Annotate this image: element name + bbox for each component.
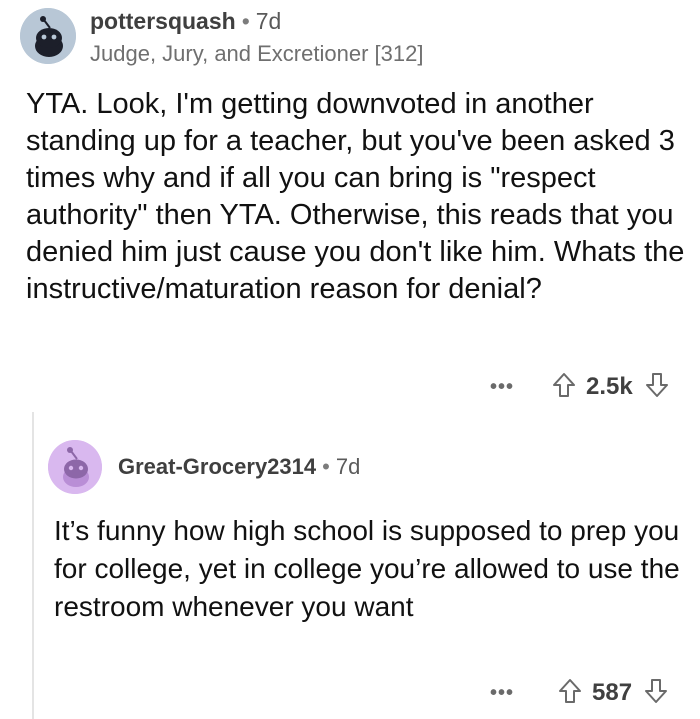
user-flair: Judge, Jury, and Excretioner [312]: [90, 41, 424, 66]
separator-dot: •: [241, 8, 250, 34]
comment-actions: ••• 587: [490, 678, 668, 708]
more-options-icon[interactable]: •••: [490, 682, 514, 705]
user-avatar[interactable]: [20, 8, 76, 64]
username-link[interactable]: Great-Grocery2314: [118, 454, 316, 479]
upvote-arrow-icon[interactable]: [558, 678, 582, 709]
snoo-avatar-icon: [20, 8, 76, 64]
downvote-arrow-icon[interactable]: [645, 372, 669, 403]
downvote-arrow-icon[interactable]: [644, 678, 668, 709]
thread-line[interactable]: [32, 412, 34, 719]
vote-score: 587: [592, 679, 633, 706]
vote-score: 2.5k: [586, 373, 633, 400]
comment-body: YTA. Look, I'm getting downvoted in anot…: [26, 88, 685, 305]
comment-header: Great-Grocery2314 • 7d: [118, 452, 360, 482]
comment-age: 7d: [255, 8, 282, 34]
comment-header: pottersquash • 7d: [90, 6, 281, 36]
separator-dot: •: [322, 454, 330, 479]
snoo-avatar-icon: [48, 440, 102, 494]
comment-actions: ••• 2.5k: [490, 372, 669, 402]
comment-age: 7d: [335, 454, 361, 479]
user-avatar[interactable]: [48, 440, 102, 494]
upvote-arrow-icon[interactable]: [552, 372, 576, 403]
comment-body: It’s funny how high school is supposed t…: [54, 515, 680, 622]
more-options-icon[interactable]: •••: [490, 376, 514, 399]
username-link[interactable]: pottersquash: [90, 8, 236, 34]
